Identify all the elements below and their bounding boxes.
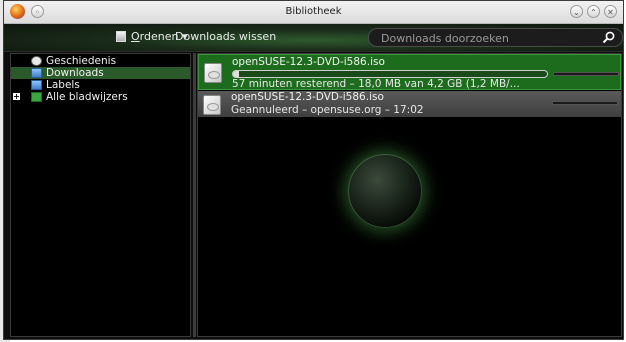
sidebar-item-history[interactable]: Geschiedenis: [11, 55, 190, 67]
decorative-orb-ring: [348, 154, 422, 228]
search-icon[interactable]: [602, 31, 615, 44]
organize-label-rest: rdenen: [139, 30, 179, 43]
download-status: 57 minuten resterend – 18,0 MB van 4,2 G…: [232, 78, 520, 90]
download-item-cancelled[interactable]: openSUSE-12.3-DVD-i586.iso Geannuleerd –…: [198, 91, 621, 117]
download-filename: openSUSE-12.3-DVD-i586.iso: [231, 91, 384, 103]
file-icon: [204, 63, 222, 83]
folder-icon: [31, 68, 42, 78]
library-window: ◦ Bibliotheek ⌄ ⌃ ✕ Ordenen ▾ Downloads …: [3, 0, 624, 340]
sidebar: Geschiedenis Downloads Labels + Alle bla…: [10, 53, 191, 337]
sidebar-item-label: Alle bladwijzers: [46, 91, 128, 103]
retry-button[interactable]: [552, 101, 618, 105]
clear-downloads-button[interactable]: Downloads wissen: [175, 30, 276, 43]
bookmark-icon: [31, 92, 42, 102]
download-filename: openSUSE-12.3-DVD-i586.iso: [232, 56, 385, 68]
sidebar-item-label: Downloads: [46, 67, 104, 79]
sidebar-item-label: Labels: [46, 79, 80, 91]
pane-splitter[interactable]: [193, 53, 196, 337]
sidebar-item-labels[interactable]: Labels: [11, 79, 190, 91]
search-input[interactable]: [379, 30, 583, 47]
sidebar-item-downloads[interactable]: Downloads: [11, 67, 190, 79]
organize-mnemonic: O: [131, 30, 140, 43]
sidebar-item-label: Geschiedenis: [46, 55, 117, 67]
title-bar[interactable]: ◦ Bibliotheek ⌄ ⌃ ✕: [4, 1, 623, 24]
sidebar-item-all-bookmarks[interactable]: + Alle bladwijzers: [11, 91, 190, 103]
minimize-button[interactable]: ⌄: [570, 5, 583, 18]
expand-icon[interactable]: +: [13, 93, 20, 101]
search-field[interactable]: [368, 28, 623, 47]
clock-icon: [31, 56, 42, 66]
download-progress-bar: [232, 70, 548, 78]
download-item-active[interactable]: openSUSE-12.3-DVD-i586.iso 57 minuten re…: [198, 54, 621, 90]
pause-button[interactable]: [553, 72, 619, 76]
organize-icon: [116, 31, 126, 42]
download-status: Geannuleerd – opensuse.org – 17:02: [231, 104, 424, 116]
toolbar: Ordenen ▾ Downloads wissen: [4, 24, 623, 52]
window-title: Bibliotheek: [285, 6, 342, 17]
downloads-list: openSUSE-12.3-DVD-i586.iso 57 minuten re…: [197, 53, 622, 337]
download-progress-fill: [233, 71, 240, 77]
file-icon: [203, 95, 221, 115]
close-button[interactable]: ✕: [604, 5, 617, 18]
folder-icon: [31, 80, 42, 90]
maximize-button[interactable]: ⌃: [587, 5, 600, 18]
